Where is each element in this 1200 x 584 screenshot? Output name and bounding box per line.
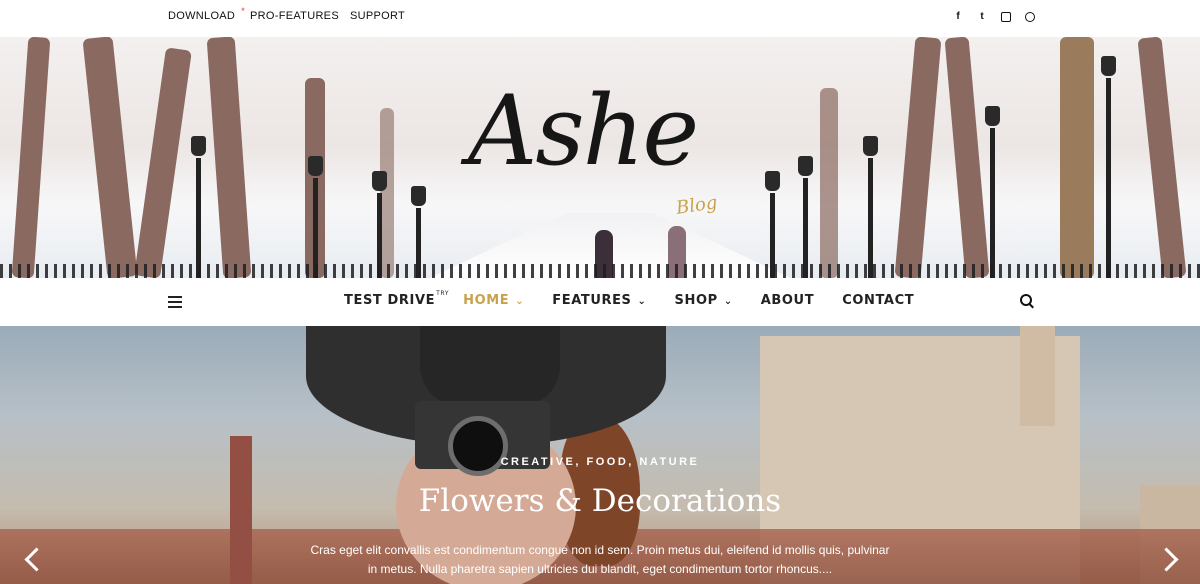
post-categories[interactable]: CREATIVE, FOOD, NATURE bbox=[0, 456, 1200, 468]
nav-item-about[interactable]: ABOUT bbox=[761, 293, 814, 308]
site-logo-sub: Blog bbox=[674, 192, 719, 219]
lamp-post bbox=[985, 106, 1000, 278]
tree bbox=[380, 108, 394, 278]
nav-item-label: FEATURES bbox=[552, 293, 632, 308]
nav-item-shop[interactable]: SHOP ⌄ bbox=[675, 293, 733, 308]
lamp-post bbox=[308, 156, 323, 278]
chevron-down-icon: ⌄ bbox=[723, 296, 733, 307]
hero-slider: CREATIVE, FOOD, NATURE Flowers & Decorat… bbox=[0, 326, 1200, 584]
main-nav: TEST DRIVE TRY HOME ⌄ FEATURES ⌄ SHOP ⌄ ABOU… bbox=[0, 278, 1200, 327]
support-link[interactable]: SUPPORT bbox=[350, 10, 405, 22]
pro-features-link[interactable]: PRO-FEATURES bbox=[250, 10, 339, 22]
lamp-post bbox=[863, 136, 878, 278]
fence bbox=[0, 264, 1200, 278]
chevron-down-icon: ⌄ bbox=[515, 296, 525, 307]
header-banner: Ashe Blog bbox=[0, 37, 1200, 278]
facebook-icon[interactable]: f bbox=[953, 11, 963, 25]
nav-item-label: HOME bbox=[463, 293, 510, 308]
tree bbox=[134, 47, 192, 278]
tree bbox=[11, 37, 51, 278]
post-title[interactable]: Flowers & Decorations bbox=[0, 483, 1200, 519]
lamp-post bbox=[191, 136, 206, 278]
lamp-post bbox=[1101, 56, 1116, 278]
tree bbox=[1060, 37, 1094, 278]
tree bbox=[820, 88, 838, 278]
nav-links: TEST DRIVE TRY HOME ⌄ FEATURES ⌄ SHOP ⌄ ABOU… bbox=[344, 290, 942, 308]
download-link[interactable]: DOWNLOAD * bbox=[168, 6, 245, 22]
lamp-post bbox=[798, 156, 813, 278]
tree bbox=[206, 37, 252, 278]
nav-item-features[interactable]: FEATURES ⌄ bbox=[552, 293, 646, 308]
download-marker: * bbox=[241, 6, 245, 16]
tree bbox=[82, 37, 138, 278]
instagram-icon[interactable] bbox=[1001, 11, 1011, 25]
social-links: f t bbox=[953, 11, 1035, 25]
tree bbox=[944, 37, 990, 278]
nav-item-label: TEST DRIVE bbox=[344, 293, 436, 308]
download-label: DOWNLOAD bbox=[168, 10, 236, 22]
nav-item-test-drive[interactable]: TEST DRIVE TRY bbox=[344, 290, 448, 308]
try-badge: TRY bbox=[436, 290, 450, 297]
post-excerpt: Cras eget elit convallis est condimentum… bbox=[310, 543, 890, 576]
twitter-icon[interactable]: t bbox=[977, 11, 987, 25]
chevron-down-icon: ⌄ bbox=[637, 296, 647, 307]
nav-item-home[interactable]: HOME ⌄ bbox=[463, 293, 524, 308]
top-bar: DOWNLOAD * PRO-FEATURES SUPPORT f t bbox=[0, 0, 1200, 37]
top-links: DOWNLOAD * PRO-FEATURES SUPPORT bbox=[168, 6, 405, 22]
tree bbox=[1137, 37, 1187, 278]
pinterest-icon[interactable] bbox=[1025, 11, 1035, 25]
nav-item-contact[interactable]: CONTACT bbox=[842, 293, 914, 308]
nav-item-label: SHOP bbox=[674, 293, 718, 308]
search-icon[interactable] bbox=[1020, 294, 1032, 306]
hamburger-menu-icon[interactable] bbox=[168, 296, 182, 311]
site-logo[interactable]: Ashe bbox=[468, 75, 699, 187]
tree bbox=[894, 37, 942, 278]
